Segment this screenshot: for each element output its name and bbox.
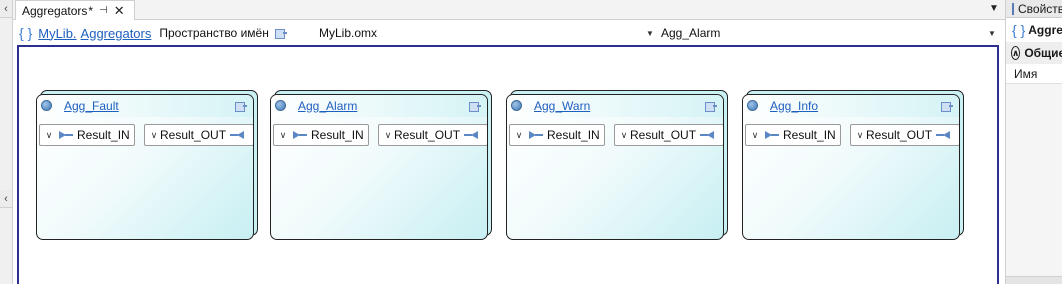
block-card[interactable]: Agg_Fault ∨ Result_IN ∨ Result_OUT xyxy=(36,94,254,240)
input-port-label: Result_IN xyxy=(311,128,364,142)
pin-icon[interactable]: ⊣ xyxy=(99,5,108,16)
close-icon[interactable]: ✕ xyxy=(114,3,125,19)
output-pin-icon xyxy=(230,130,246,140)
collapse-left-button[interactable]: ‹ xyxy=(0,0,12,18)
chevron-down-icon[interactable]: ∨ xyxy=(148,130,160,141)
block-type-icon xyxy=(469,102,481,112)
status-led-icon xyxy=(275,100,286,111)
output-port[interactable]: ∨ Result_OUT xyxy=(378,124,487,146)
input-pin-icon xyxy=(59,130,73,140)
block-card[interactable]: Agg_Info ∨ Result_IN ∨ Result_OUT xyxy=(742,94,960,240)
input-port[interactable]: ∨ Result_IN xyxy=(745,124,841,146)
input-port-label: Result_IN xyxy=(547,128,600,142)
input-port-label: Result_IN xyxy=(77,128,130,142)
properties-panel: Свойства { } Aggregators ∧ Общие Имя xyxy=(1005,0,1062,284)
property-name-label: Имя xyxy=(1014,66,1038,81)
input-port[interactable]: ∨ Result_IN xyxy=(509,124,605,146)
collapse-left-button-2[interactable]: ‹ xyxy=(0,190,12,208)
block-name[interactable]: Agg_Fault xyxy=(64,99,119,113)
navigation-bar: { } MyLib. Aggregators Пространство имён… xyxy=(13,21,1005,45)
tab-list-dropdown-icon[interactable]: ▼ xyxy=(987,2,1001,16)
chevron-down-icon: ▼ xyxy=(988,28,996,38)
property-row-name[interactable]: Имя xyxy=(1006,64,1062,84)
property-category-label: Общие xyxy=(1024,46,1062,60)
chevron-down-icon[interactable]: ∨ xyxy=(854,130,866,141)
output-port-label: Result_OUT xyxy=(630,128,697,142)
input-pin-icon xyxy=(529,130,543,140)
status-led-icon xyxy=(747,100,758,111)
status-led-icon xyxy=(511,100,522,111)
breadcrumb-aggregators[interactable]: Aggregators xyxy=(81,26,152,41)
block-agg-info[interactable]: Agg_Info ∨ Result_IN ∨ Result_OUT xyxy=(742,90,964,240)
type-combo[interactable]: Agg_Alarm ▼ xyxy=(657,23,999,43)
block-agg-warn[interactable]: Agg_Warn ∨ Result_IN ∨ Result_OUT xyxy=(506,90,728,240)
input-port[interactable]: ∨ Result_IN xyxy=(39,124,135,146)
output-port-label: Result_OUT xyxy=(866,128,933,142)
output-pin-icon xyxy=(700,130,716,140)
block-name[interactable]: Agg_Info xyxy=(770,99,818,113)
output-port-label: Result_OUT xyxy=(394,128,461,142)
design-canvas[interactable]: Agg_Fault ∨ Result_IN ∨ Result_OUT Agg_A… xyxy=(17,45,999,284)
chevron-down-icon[interactable]: ∨ xyxy=(382,130,394,141)
input-pin-icon xyxy=(293,130,307,140)
block-card[interactable]: Agg_Alarm ∨ Result_IN ∨ Result_OUT xyxy=(270,94,488,240)
selected-object-name: Aggregators xyxy=(1028,23,1062,37)
output-port[interactable]: ∨ Result_OUT xyxy=(850,124,959,146)
block-name[interactable]: Agg_Warn xyxy=(534,99,590,113)
block-agg-alarm[interactable]: Agg_Alarm ∨ Result_IN ∨ Result_OUT xyxy=(270,90,492,240)
output-pin-icon xyxy=(464,130,480,140)
properties-icon xyxy=(1012,2,1014,15)
input-port[interactable]: ∨ Result_IN xyxy=(273,124,369,146)
output-port[interactable]: ∨ Result_OUT xyxy=(614,124,723,146)
left-dock-strip: ‹ ‹ xyxy=(0,0,13,284)
chevron-down-icon[interactable]: ∨ xyxy=(43,130,55,141)
selected-object: { } Aggregators xyxy=(1006,18,1062,42)
block-card[interactable]: Agg_Warn ∨ Result_IN ∨ Result_OUT xyxy=(506,94,724,240)
document-tab-strip: Aggregators * ⊣ ✕ ▼ xyxy=(13,0,1005,20)
block-type-icon xyxy=(941,102,953,112)
chevron-down-icon[interactable]: ∨ xyxy=(749,130,761,141)
tab-aggregators[interactable]: Aggregators * ⊣ ✕ xyxy=(15,0,135,20)
namespace-icon: { } xyxy=(1012,22,1026,38)
block-type-icon xyxy=(705,102,717,112)
panel-bottom-tab-strip xyxy=(1006,276,1062,284)
output-port-label: Result_OUT xyxy=(160,128,227,142)
output-port[interactable]: ∨ Result_OUT xyxy=(144,124,253,146)
property-category-general[interactable]: ∧ Общие xyxy=(1006,42,1062,64)
file-combo[interactable]: MyLib.omx ▼ xyxy=(315,23,657,43)
block-name[interactable]: Agg_Alarm xyxy=(298,99,357,113)
input-pin-icon xyxy=(765,130,779,140)
block-type-icon xyxy=(235,102,247,112)
modified-marker: * xyxy=(88,3,94,18)
properties-panel-title-bar[interactable]: Свойства xyxy=(1006,0,1062,18)
chevron-down-icon[interactable]: ∨ xyxy=(618,130,630,141)
chevron-down-icon[interactable]: ∨ xyxy=(277,130,289,141)
tab-title: Aggregators xyxy=(22,3,88,18)
namespace-type-icon xyxy=(274,29,287,39)
collapse-icon[interactable]: ∧ xyxy=(1011,46,1021,60)
file-combo-value: MyLib.omx xyxy=(319,26,378,40)
namespace-icon: { } xyxy=(19,25,33,41)
input-port-label: Result_IN xyxy=(783,128,836,142)
namespace-label: Пространство имён xyxy=(159,26,269,40)
output-pin-icon xyxy=(936,130,952,140)
type-combo-value: Agg_Alarm xyxy=(661,26,721,40)
status-led-icon xyxy=(41,100,52,111)
block-agg-fault[interactable]: Agg_Fault ∨ Result_IN ∨ Result_OUT xyxy=(36,90,258,240)
chevron-down-icon[interactable]: ∨ xyxy=(513,130,525,141)
properties-title: Свойства xyxy=(1018,1,1062,16)
chevron-down-icon: ▼ xyxy=(646,28,654,38)
breadcrumb-mylib[interactable]: MyLib. xyxy=(38,26,76,41)
